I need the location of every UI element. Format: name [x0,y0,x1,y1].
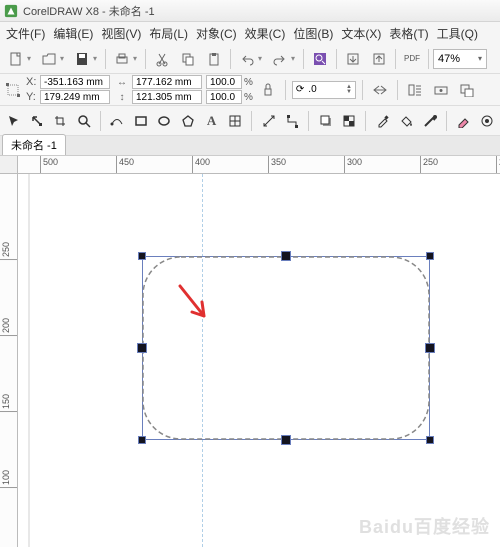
scale-x-input[interactable]: 100.0 [206,75,242,89]
selection-handle[interactable] [426,436,434,444]
cut-button[interactable] [150,47,174,71]
chevron-down-icon[interactable]: ▾ [27,54,35,63]
title-bar: CorelDRAW X8 - 未命名 -1 [0,0,500,22]
options-button[interactable] [477,111,496,131]
fill-tool[interactable] [397,111,416,131]
chevron-down-icon[interactable]: ▾ [291,54,299,63]
crop-tool[interactable] [51,111,70,131]
chevron-down-icon[interactable]: ▾ [478,54,482,63]
pdf-label: PDF [404,55,420,63]
align-button[interactable] [430,79,452,101]
height-input[interactable]: 121.305 mm [132,90,202,104]
import-button[interactable] [341,47,365,71]
ruler-origin[interactable] [0,156,18,174]
paste-button[interactable] [202,47,226,71]
x-label: X: [26,76,38,88]
redo-button[interactable] [268,47,292,71]
window-title: CorelDRAW X8 - 未命名 -1 [23,3,155,19]
chevron-down-icon[interactable]: ▾ [60,54,68,63]
ellipse-tool[interactable] [155,111,174,131]
search-button[interactable] [308,47,332,71]
menu-bar: 文件(F) 编辑(E) 视图(V) 布局(L) 对象(C) 效果(C) 位图(B… [0,22,500,44]
menu-bitmap[interactable]: 位图(B) [293,25,333,42]
copy-button[interactable] [176,47,200,71]
scale-y-input[interactable]: 100.0 [206,90,242,104]
undo-button[interactable] [235,47,259,71]
pick-tool[interactable] [4,111,23,131]
rectangle-tool[interactable] [132,111,151,131]
print-button[interactable] [110,47,134,71]
pdf-button[interactable]: PDF [400,47,424,71]
save-button[interactable] [70,47,94,71]
shape-tool[interactable] [28,111,47,131]
document-tab[interactable]: 未命名 -1 [2,134,66,155]
rotation-value: .0 [308,84,316,95]
menu-tools[interactable]: 工具(Q) [437,25,478,42]
zoom-value: 47% [438,53,460,65]
toolbox: A [0,106,500,136]
menu-edit[interactable]: 编辑(E) [53,25,93,42]
document-tabs: 未命名 -1 [0,136,500,156]
zoom-tool[interactable] [75,111,94,131]
freehand-tool[interactable] [108,111,127,131]
watermark: Baidu百度经验 [359,513,490,539]
lock-ratio-button[interactable] [257,79,279,101]
annotation-arrow-icon [174,282,214,327]
ruler-horizontal[interactable]: 500 450 400 350 300 250 200 [18,156,500,174]
chevron-down-icon[interactable]: ▾ [93,54,101,63]
menu-view[interactable]: 视图(V) [101,25,141,42]
selection-handle[interactable] [425,343,435,353]
menu-layout[interactable]: 布局(L) [149,25,188,42]
width-input[interactable]: 177.162 mm [132,75,202,89]
standard-toolbar: ▾ ▾ ▾ ▾ ▾ ▾ PDF 47% ▾ [0,44,500,74]
selection-handle[interactable] [281,251,291,261]
chevron-down-icon[interactable]: ▾ [133,54,141,63]
outline-tool[interactable] [420,111,439,131]
mirror-h-button[interactable] [369,79,391,101]
selection-handle[interactable] [138,436,146,444]
x-position-input[interactable]: -351.163 mm [40,75,110,89]
zoom-input[interactable]: 47% ▾ [433,49,487,69]
chevron-down-icon[interactable]: ▾ [258,54,266,63]
menu-effects[interactable]: 效果(C) [245,25,286,42]
ruler-vertical[interactable]: 250 200 150 100 [0,174,18,547]
eyedropper-tool[interactable] [373,111,392,131]
text-tool[interactable]: A [202,111,221,131]
selection-handle[interactable] [426,252,434,260]
selection-handle[interactable] [138,252,146,260]
polygon-tool[interactable] [179,111,198,131]
menu-file[interactable]: 文件(F) [6,25,45,42]
selection-handle[interactable] [137,343,147,353]
menu-table[interactable]: 表格(T) [389,25,428,42]
open-button[interactable] [37,47,61,71]
transform-icon[interactable] [4,78,22,102]
property-bar: X:-351.163 mm Y:179.249 mm ↔177.162 mm ↕… [0,74,500,106]
drawing-canvas[interactable]: Baidu百度经验 [18,174,500,547]
menu-text[interactable]: 文本(X) [341,25,381,42]
table-tool[interactable] [226,111,245,131]
rotation-input[interactable]: ⟳ .0 ▲▼ [292,81,356,99]
wrap-text-button[interactable] [404,79,426,101]
y-position-input[interactable]: 179.249 mm [40,90,110,104]
menu-object[interactable]: 对象(C) [196,25,237,42]
dimension-tool[interactable] [259,111,278,131]
eraser-tool[interactable] [454,111,473,131]
selection-handle[interactable] [281,435,291,445]
workspace: 500 450 400 350 300 250 200 250 200 150 … [0,156,500,547]
rotate-icon: ⟳ [296,84,304,95]
width-icon: ↔ [114,75,130,89]
new-button[interactable] [4,47,28,71]
transparency-tool[interactable] [340,111,359,131]
connector-tool[interactable] [283,111,302,131]
app-logo-icon [4,4,18,18]
height-icon: ↕ [114,90,130,104]
dropshadow-tool[interactable] [316,111,335,131]
order-button[interactable] [456,79,478,101]
export-button[interactable] [367,47,391,71]
y-label: Y: [26,91,38,103]
